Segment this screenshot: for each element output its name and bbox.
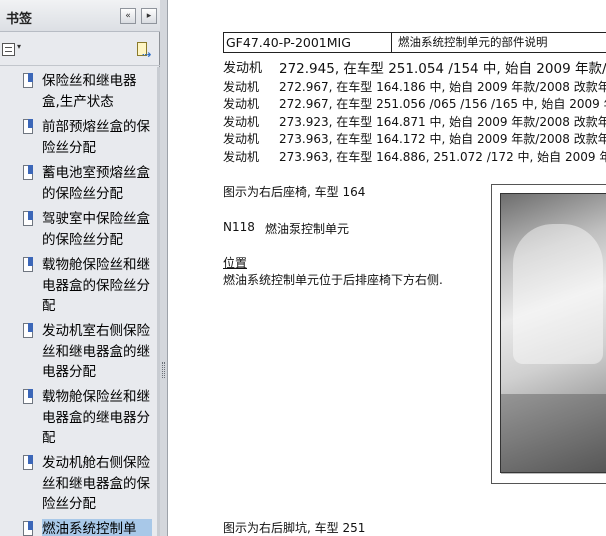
engine-text: 272.945, 在车型 251.054 /154 中, 始自 2009 年款/… <box>279 61 606 77</box>
engine-label: 发动机 <box>223 132 260 146</box>
bookmark-icon <box>23 389 35 406</box>
bookmark-icon <box>23 521 35 536</box>
component-name: 燃油泵控制单元 <box>265 222 350 236</box>
bookmark-list: 保险丝和继电器盒,生产状态 前部预熔丝盒的保险丝分配 蓄电池室预熔丝盒的保险丝分… <box>0 67 157 536</box>
bookmarks-header: 书签 « ▸ <box>0 0 160 32</box>
collapse-panel-button[interactable]: « <box>120 8 136 24</box>
figure-caption: 图示为右后座椅, 车型 164 <box>223 185 366 199</box>
bookmarks-title: 书签 <box>6 12 33 27</box>
bookmarks-panel: 书签 « ▸ ▾ ⇢ 保险丝和继电器盒,生产状态 前部预熔丝盒的保险丝分配 蓄电… <box>0 0 160 536</box>
location-heading: 位置 <box>223 256 248 270</box>
options-menu-button[interactable]: ▾ <box>2 42 28 58</box>
bookmarks-toolbar: ▾ ⇢ <box>0 32 160 66</box>
component-photo <box>491 184 606 484</box>
document-page: GF47.40-P-2001MIG 燃油系统控制单元的部件说明 发动机 272.… <box>169 0 606 536</box>
close-panel-button[interactable]: ▸ <box>141 8 157 24</box>
component-id: N118 <box>223 220 255 234</box>
engine-text: 272.967, 在车型 164.186 中, 始自 2009 年款/2008 … <box>279 80 606 94</box>
list-options-icon <box>2 43 15 56</box>
bookmark-label: 保险丝和继电器盒,生产状态 <box>42 73 137 110</box>
bookmark-label: 前部预熔丝盒的保险丝分配 <box>42 119 150 156</box>
arrow-icon: ⇢ <box>142 48 152 61</box>
engine-label: 发动机 <box>223 80 260 94</box>
splitter-grip[interactable] <box>162 362 165 378</box>
bookmark-label: 蓄电池室预熔丝盒的保险丝分配 <box>42 165 150 202</box>
engine-text: 272.967, 在车型 251.056 /065 /156 /165 中, 始… <box>279 97 606 111</box>
bookmark-label: 发动机室右侧保险丝和继电器盒的继电器分配 <box>42 323 150 380</box>
bookmark-icon <box>23 455 35 472</box>
engine-text: 273.963, 在车型 164.172 中, 始自 2009 年款/2008 … <box>279 132 606 146</box>
bookmark-label: 驾驶室中保险丝盒的保险丝分配 <box>42 211 150 248</box>
engine-label: 发动机 <box>223 97 260 111</box>
find-current-bookmark-button[interactable]: ⇢ <box>136 42 152 61</box>
engine-text: 273.963, 在车型 164.886, 251.072 /172 中, 始自… <box>279 150 606 164</box>
seat-photo-image <box>500 193 606 474</box>
bookmark-label: 载物舱保险丝和继电器盒的保险丝分配 <box>42 257 150 314</box>
document-header-table: GF47.40-P-2001MIG 燃油系统控制单元的部件说明 <box>223 32 606 53</box>
bookmark-icon <box>23 119 35 136</box>
figure-caption: 图示为右后脚坑, 车型 251 <box>223 521 366 535</box>
engine-label: 发动机 <box>223 61 263 76</box>
bookmark-icon <box>23 73 35 90</box>
bookmark-icon <box>23 257 35 274</box>
location-text: 燃油系统控制单元位于后排座椅下方右侧. <box>223 273 443 287</box>
bookmark-icon <box>23 323 35 340</box>
bookmark-label: 发动机舱右侧保险丝和继电器盒的保险丝分配 <box>42 455 150 512</box>
panel-splitter[interactable] <box>160 0 168 536</box>
document-id: GF47.40-P-2001MIG <box>224 33 392 52</box>
bookmark-label: 燃油系统控制单 <box>42 519 152 536</box>
engine-text: 273.923, 在车型 164.871 中, 始自 2009 年款/2008 … <box>279 115 606 129</box>
document-title: 燃油系统控制单元的部件说明 <box>398 35 548 49</box>
engine-label: 发动机 <box>223 115 260 129</box>
bookmark-icon <box>23 211 35 228</box>
bookmark-icon <box>23 165 35 182</box>
bookmark-label: 载物舱保险丝和继电器盒的继电器分配 <box>42 389 150 446</box>
engine-label: 发动机 <box>223 150 260 164</box>
chevron-down-icon: ▾ <box>17 42 22 51</box>
